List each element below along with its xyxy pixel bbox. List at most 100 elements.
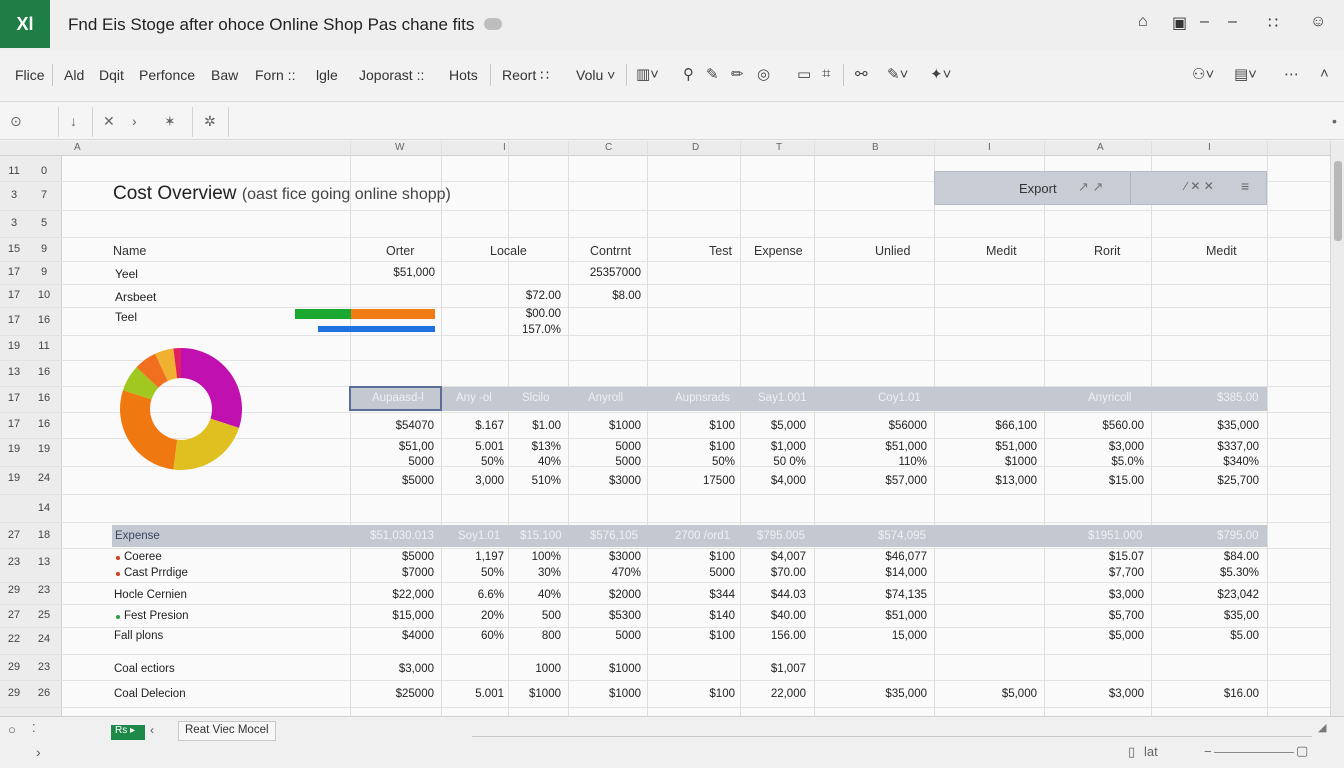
zoom-slider[interactable] — [1214, 752, 1294, 753]
restore-icon[interactable]: – — [1228, 13, 1237, 31]
column-header[interactable]: A — [1097, 142, 1104, 153]
band-cell[interactable]: Say1.001 — [758, 392, 807, 404]
row-index[interactable]: 7 — [30, 189, 58, 201]
export-button[interactable]: Export — [1019, 181, 1057, 196]
minimize-icon[interactable]: – — [1200, 13, 1209, 31]
cell-value[interactable]: 40% — [471, 589, 561, 601]
tab-form[interactable]: Forn :: — [255, 67, 295, 83]
scroll-thumb[interactable] — [1334, 161, 1342, 241]
row-index[interactable]: 16 — [30, 314, 58, 326]
cell-value[interactable]: $51,000 — [837, 441, 927, 453]
lock-icon[interactable]: ⚲ — [683, 65, 694, 83]
tab-performance[interactable]: Perfonce — [139, 67, 195, 83]
cell-value[interactable]: 157.0% — [486, 324, 561, 336]
row-index[interactable]: 16 — [30, 392, 58, 404]
marker-icon[interactable]: ✏ — [731, 65, 744, 83]
app-logo-icon[interactable]: Xl — [0, 0, 50, 48]
export-panel[interactable]: Export ↗ ↗ ∕ ✕ ✕ ≡ — [934, 171, 1267, 205]
header-locale[interactable]: Locale — [490, 244, 527, 258]
donut-chart[interactable] — [116, 344, 246, 474]
name-box-icon[interactable]: ⊙ — [10, 113, 22, 130]
band-cell[interactable]: $795.00 — [1217, 530, 1259, 542]
zoom-minus-icon[interactable]: − — [1204, 744, 1212, 759]
cell-value[interactable]: 30% — [471, 567, 561, 579]
cell-value[interactable]: $340% — [1169, 456, 1259, 468]
band-cell[interactable]: Anyroll — [588, 392, 623, 404]
band-cell[interactable]: 2700 /ord1 — [675, 530, 730, 542]
donut-slice[interactable] — [181, 348, 242, 428]
cell-value[interactable]: $337,00 — [1169, 441, 1259, 453]
cell-value[interactable]: $4,000 — [716, 475, 806, 487]
cell-value[interactable]: 156.00 — [716, 630, 806, 642]
cell-value[interactable]: 800 — [471, 630, 561, 642]
cell-value[interactable]: $44.03 — [716, 589, 806, 601]
header-test[interactable]: Test — [709, 244, 732, 258]
cell-value[interactable]: $46,077 — [837, 551, 927, 563]
cell-value[interactable]: $35,000 — [837, 688, 927, 700]
cell-value[interactable]: $5.00 — [1169, 630, 1259, 642]
record-icon[interactable]: ○ — [8, 722, 16, 737]
cell-value[interactable]: $5.0% — [1054, 456, 1144, 468]
chevron-left-icon[interactable]: ‹ — [150, 723, 154, 737]
cell-value[interactable]: $35,00 — [1169, 610, 1259, 622]
row-label[interactable]: Teel — [115, 310, 137, 324]
row-number[interactable]: 17 — [0, 418, 28, 430]
cell-value[interactable]: $40.00 — [716, 610, 806, 622]
row-label[interactable]: Coeree — [124, 551, 162, 563]
row-label[interactable]: Arsbeet — [115, 290, 156, 304]
bell-icon[interactable]: ⌂ — [1138, 13, 1148, 31]
band-cell[interactable]: $385.00 — [1217, 392, 1259, 404]
row-number[interactable]: 29 — [0, 687, 28, 699]
cell-value[interactable]: 510% — [471, 475, 561, 487]
band-cell[interactable]: $576,105 — [590, 530, 638, 542]
cell-value[interactable]: $3000 — [551, 551, 641, 563]
band-cell[interactable]: $15.100 — [520, 530, 562, 542]
row-number[interactable]: 3 — [0, 189, 28, 201]
cell-value[interactable]: $1000 — [947, 456, 1037, 468]
row-index[interactable]: 19 — [30, 443, 58, 455]
cell-value[interactable]: 50 0% — [716, 456, 806, 468]
cell-value[interactable]: $57,000 — [837, 475, 927, 487]
header-expense[interactable]: Expense — [754, 244, 803, 258]
row-number[interactable]: 17 — [0, 266, 28, 278]
cell-value[interactable]: $7,700 — [1054, 567, 1144, 579]
vertical-scrollbar[interactable] — [1330, 141, 1344, 716]
row-number[interactable]: 23 — [0, 556, 28, 568]
sheet-title[interactable]: Cost Overview (oast fice going online sh… — [113, 183, 451, 205]
user-avatar-icon[interactable]: ☺ — [1310, 13, 1326, 31]
cell-value[interactable]: $5,000 — [947, 688, 1037, 700]
row-index[interactable]: 16 — [30, 366, 58, 378]
band-cell[interactable]: $1951.000 — [1088, 530, 1142, 542]
expand-icon[interactable]: ✲ — [204, 113, 216, 130]
row-label[interactable]: Fall plons — [114, 630, 163, 642]
row-index[interactable]: 9 — [30, 266, 58, 278]
row-index[interactable]: 10 — [30, 289, 58, 301]
cell-value[interactable]: $72.00 — [486, 290, 561, 302]
tab-add[interactable]: Ald — [64, 67, 84, 83]
comment-icon[interactable] — [484, 18, 502, 30]
cell-value[interactable]: $56000 — [837, 420, 927, 432]
cell-value[interactable]: $13% — [471, 441, 561, 453]
header-rorit[interactable]: Rorit — [1094, 244, 1120, 258]
column-header[interactable]: A — [74, 142, 81, 153]
row-index[interactable]: 5 — [30, 217, 58, 229]
cell-value[interactable]: $3,000 — [1054, 589, 1144, 601]
row-number[interactable]: 15 — [0, 243, 28, 255]
cell-value[interactable]: $5300 — [551, 610, 641, 622]
cell-value[interactable]: $5,000 — [1054, 630, 1144, 642]
cell-value[interactable]: $560.00 — [1054, 420, 1144, 432]
cell-value[interactable]: $66,100 — [947, 420, 1037, 432]
cell-value[interactable]: $5,000 — [716, 420, 806, 432]
cell-value[interactable]: $23,042 — [1169, 589, 1259, 601]
band-cell[interactable]: $51,030.013 — [370, 530, 434, 542]
collapse-icon[interactable]: ˄ — [1320, 65, 1329, 82]
column-header[interactable]: D — [692, 142, 699, 153]
row-index[interactable]: 23 — [30, 584, 58, 596]
apps-grid-icon[interactable]: ∷ — [1268, 13, 1278, 33]
menu-icon[interactable]: ≡ — [1241, 178, 1249, 194]
row-index[interactable]: 24 — [30, 633, 58, 645]
tab-volume[interactable]: Volu ˅ — [576, 67, 615, 83]
cell-value[interactable]: $15.00 — [1054, 475, 1144, 487]
row-number[interactable]: 22 — [0, 633, 28, 645]
cell-value[interactable]: $1000 — [471, 688, 561, 700]
